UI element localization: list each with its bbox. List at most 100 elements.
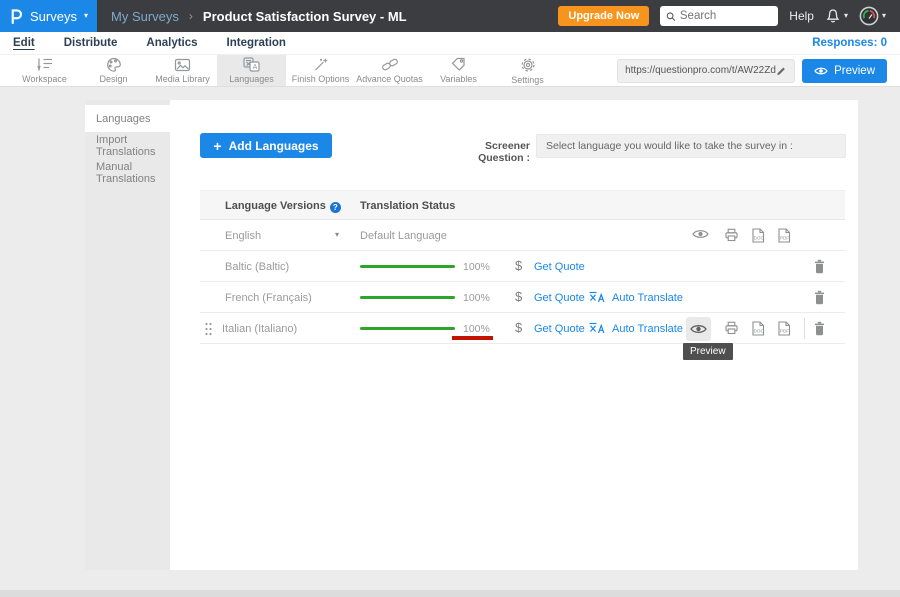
default-language-label: Default Language: [360, 230, 447, 242]
topbar: Surveys ▾ My Surveys › Product Satisfact…: [0, 0, 900, 32]
preview-eye-button[interactable]: [686, 317, 711, 341]
auto-translate-link[interactable]: Auto Translate: [612, 292, 683, 304]
media-library-icon: [174, 58, 191, 72]
eye-icon: [814, 66, 828, 76]
header-translation-status: Translation Status: [360, 200, 455, 212]
breadcrumb-separator: ›: [189, 9, 193, 23]
languages-sidebar: Languages Import Translations Manual Tra…: [85, 100, 170, 570]
toolbar-item-advance-quotas[interactable]: Advance Quotas: [355, 55, 424, 86]
get-quote-link[interactable]: Get Quote: [534, 261, 585, 273]
notifications-button[interactable]: ▾: [825, 8, 848, 25]
svg-text:PDF: PDF: [780, 329, 789, 334]
survey-nav: Edit Distribute Analytics Integration Re…: [0, 32, 900, 54]
add-languages-button[interactable]: + Add Languages: [200, 133, 332, 158]
preview-eye-icon[interactable]: [692, 228, 709, 240]
survey-url[interactable]: https://questionpro.com/t/AW22Zd1S1: [625, 65, 776, 76]
preview-tooltip: Preview: [683, 343, 733, 360]
table-row-french: French (Français) 100% $ Get Quote Auto …: [200, 282, 845, 313]
translation-percent: 100%: [463, 292, 490, 304]
screener-question-label: Screener Question :: [440, 140, 530, 164]
chain-links-icon: [381, 57, 399, 72]
toolbar-item-media-library[interactable]: Media Library: [148, 55, 217, 86]
add-languages-label: Add Languages: [229, 139, 319, 153]
table-header: Language Versions? Translation Status: [200, 190, 845, 220]
toolbar-item-finish-options[interactable]: Finish Options: [286, 55, 355, 86]
language-label[interactable]: English: [225, 230, 261, 242]
language-dropdown-caret-icon[interactable]: ▾: [335, 230, 339, 239]
toolbar-item-label: Advance Quotas: [356, 74, 423, 84]
toolbar-item-variables[interactable]: Variables: [424, 55, 493, 86]
workspace-icon: [36, 57, 54, 72]
delete-language-icon[interactable]: [813, 290, 826, 305]
toolbar-item-label: Settings: [511, 75, 544, 85]
translation-progress-bar: [360, 296, 455, 299]
magic-wand-icon: [313, 57, 329, 72]
export-pdf-icon[interactable]: PDF: [777, 321, 791, 336]
translation-progress-bar: [360, 265, 455, 268]
plus-icon: +: [213, 138, 221, 154]
toolbar-item-workspace[interactable]: Workspace: [10, 55, 79, 86]
toolbar-item-design[interactable]: Design: [79, 55, 148, 86]
translation-percent: 100%: [463, 261, 490, 273]
edit-pencil-icon[interactable]: [776, 65, 787, 77]
tab-distribute[interactable]: Distribute: [64, 37, 118, 49]
export-pdf-icon[interactable]: PDF: [777, 228, 791, 243]
export-doc-icon[interactable]: DOC: [751, 228, 765, 243]
screener-question-select[interactable]: Select language you would like to take t…: [536, 134, 846, 158]
get-quote-link[interactable]: Get Quote: [534, 292, 585, 304]
responses-count[interactable]: Responses: 0: [812, 37, 887, 49]
sidebar-item-import-translations[interactable]: Import Translations: [85, 132, 170, 159]
questionpro-logo-icon: [9, 7, 23, 25]
upgrade-now-button[interactable]: Upgrade Now: [558, 6, 649, 26]
print-icon[interactable]: [724, 321, 739, 335]
sidebar-item-manual-translations[interactable]: Manual Translations: [85, 159, 170, 186]
translation-progress-bar: [360, 327, 455, 330]
auto-translate-link[interactable]: Auto Translate: [612, 323, 683, 335]
print-icon[interactable]: [724, 228, 739, 242]
bell-icon: [825, 8, 841, 25]
gear-icon: [520, 57, 536, 73]
search-input[interactable]: [680, 10, 772, 22]
preview-button[interactable]: Preview: [802, 59, 887, 83]
search-box[interactable]: [660, 6, 778, 26]
delete-language-icon[interactable]: [813, 321, 826, 336]
svg-text:DOC: DOC: [754, 236, 765, 241]
get-quote-link[interactable]: Get Quote: [534, 323, 585, 335]
language-label: French (Français): [225, 292, 312, 304]
auto-translate-icon[interactable]: [588, 322, 606, 340]
account-menu[interactable]: ▾: [859, 6, 886, 26]
language-label: Baltic (Baltic): [225, 261, 289, 273]
breadcrumb-my-surveys[interactable]: My Surveys: [111, 9, 179, 24]
toolbar-item-languages[interactable]: A Languages: [217, 55, 286, 86]
dollar-icon: $: [515, 258, 522, 273]
toolbar-item-label: Variables: [440, 74, 477, 84]
tab-edit[interactable]: Edit: [13, 37, 35, 49]
delete-language-icon[interactable]: [813, 259, 826, 274]
tab-analytics[interactable]: Analytics: [146, 37, 197, 49]
breadcrumb: My Surveys › Product Satisfaction Survey…: [111, 9, 407, 24]
auto-translate-icon[interactable]: [588, 291, 606, 309]
help-link[interactable]: Help: [789, 9, 814, 23]
export-doc-icon[interactable]: DOC: [751, 321, 765, 336]
languages-panel: Languages Import Translations Manual Tra…: [85, 100, 858, 570]
toolbar-item-settings[interactable]: Settings: [493, 55, 562, 86]
chevron-down-icon: ▾: [844, 12, 848, 20]
svg-text:DOC: DOC: [754, 329, 765, 334]
dollar-icon: $: [515, 289, 522, 304]
survey-url-box[interactable]: https://questionpro.com/t/AW22Zd1S1: [617, 59, 795, 83]
toolbar-item-label: Finish Options: [292, 74, 350, 84]
topbar-actions: Upgrade Now Help ▾ ▾: [558, 6, 900, 26]
help-question-icon[interactable]: ?: [330, 202, 341, 213]
translation-percent: 100%: [463, 323, 490, 335]
toolbar-item-label: Workspace: [22, 74, 67, 84]
drag-handle-icon[interactable]: [204, 322, 213, 341]
tab-integration[interactable]: Integration: [227, 37, 286, 49]
sidebar-item-languages[interactable]: Languages: [85, 105, 170, 132]
brand-menu[interactable]: Surveys ▾: [0, 0, 97, 32]
page-title: Product Satisfaction Survey - ML: [203, 9, 407, 24]
design-palette-icon: [106, 57, 122, 72]
bottom-edge: [0, 590, 900, 597]
divider: [804, 318, 805, 339]
preview-button-label: Preview: [834, 65, 875, 77]
table-row-english: English ▾ Default Language DOC PDF: [200, 220, 845, 251]
